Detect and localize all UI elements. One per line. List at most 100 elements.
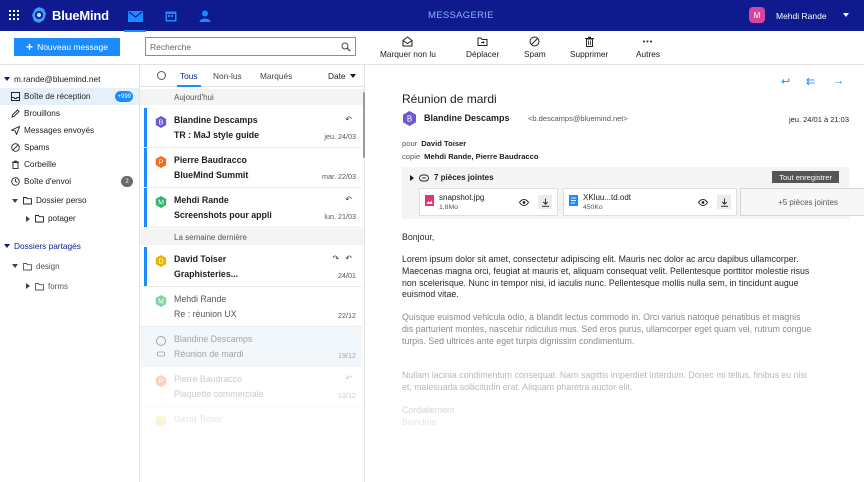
folder-sidebar: m.rande@bluemind.net Boîte de réception … — [0, 65, 140, 482]
user-name[interactable]: Mehdi Rande — [776, 11, 827, 21]
account-email: m.rande@bluemind.net — [14, 74, 101, 84]
group-header-last-week: La semaine dernière — [140, 229, 364, 245]
mark-unread-label: Marquer non lu — [380, 49, 436, 59]
sidebar-item-drafts[interactable]: Brouillons — [0, 105, 139, 122]
spam-button[interactable]: Spam — [524, 36, 546, 60]
message-sender: Mehdi Rande — [174, 195, 229, 205]
bluemind-logo[interactable]: BlueMind — [30, 6, 109, 24]
sender-email: <b.descamps@bluemind.net> — [528, 114, 628, 123]
top-bar: BlueMind MESSAGERIE M Mehdi Rande — [0, 0, 864, 32]
message-date: mar. 22/03 — [322, 172, 356, 181]
to-value[interactable]: David Toiser — [421, 139, 466, 148]
block-icon — [529, 36, 540, 47]
account-header[interactable]: m.rande@bluemind.net — [0, 72, 140, 86]
sidebar-item-label: forms — [48, 281, 68, 291]
sidebar-item-spam[interactable]: Spams — [0, 139, 139, 156]
forward-icon[interactable]: → — [833, 75, 844, 87]
message-row-selected[interactable]: Blandine Descamps Réunion de mardi 19/12 — [140, 327, 362, 367]
message-row[interactable]: B Blandine Descamps TR : MaJ style guide… — [140, 108, 362, 148]
attachments-panel: 7 pièces jointes Tout enregistrer snapsh… — [402, 167, 864, 219]
chevron-down-icon[interactable] — [12, 198, 18, 203]
sidebar-item-personal-folder[interactable]: Dossier perso — [0, 192, 139, 209]
reply-icon[interactable]: ↩ — [781, 75, 790, 88]
folder-icon — [23, 197, 32, 205]
message-row[interactable]: P Pierre Baudracco Plaquette commerciale… — [140, 367, 362, 407]
forward-reply-icon: ↷ ↶ — [332, 254, 354, 263]
svg-text:P: P — [159, 160, 164, 167]
sort-dropdown[interactable]: Date — [328, 71, 356, 81]
sidebar-item-inbox[interactable]: Boîte de réception +999 — [0, 88, 139, 105]
tab-flagged[interactable]: Marqués — [260, 71, 292, 81]
message-row[interactable]: P Pierre Baudracco BlueMind Summit mar. … — [140, 148, 362, 188]
save-all-button[interactable]: Tout enregistrer — [772, 171, 839, 183]
tab-unread[interactable]: Non-lus — [213, 71, 242, 81]
paperclip-icon — [419, 174, 429, 181]
search-input[interactable] — [146, 38, 336, 55]
block-icon — [11, 143, 20, 152]
sidebar-item-label: potager — [48, 214, 76, 223]
tab-all[interactable]: Tous — [177, 71, 200, 87]
message-row[interactable]: David Toiser — [140, 407, 362, 447]
sidebar-item-forms[interactable]: forms — [26, 279, 68, 293]
trash-icon — [12, 160, 19, 169]
delete-button[interactable]: Supprimer — [570, 36, 608, 60]
reply-all-icon[interactable]: ⇇ — [806, 75, 815, 88]
message-row[interactable]: M Mehdi Rande Screenshots pour appli ↶ l… — [140, 188, 362, 228]
attachments-toggle[interactable]: 7 pièces jointes — [410, 173, 494, 182]
preview-eye-icon[interactable] — [517, 195, 531, 209]
sidebar-item-label: Corbeille — [24, 160, 57, 169]
sidebar-item-potager[interactable]: potager — [0, 210, 139, 227]
sidebar-item-outbox[interactable]: Boîte d'envoi 2 — [0, 173, 139, 190]
chevron-right-icon[interactable] — [26, 283, 30, 289]
more-attachments-button[interactable]: +5 pièces jointes — [740, 188, 864, 216]
attachment-name: XKluu...td.odt — [583, 193, 632, 202]
plus-icon: + — [26, 40, 34, 54]
sender-name[interactable]: Blandine Descamps — [424, 113, 510, 123]
new-message-button[interactable]: + Nouveau message — [14, 38, 120, 56]
preview-eye-icon[interactable] — [696, 195, 710, 209]
cc-value[interactable]: Mehdi Rande, Pierre Baudracco — [424, 152, 538, 161]
avatar — [155, 415, 167, 427]
download-icon[interactable] — [538, 195, 552, 209]
svg-text:M: M — [158, 200, 164, 207]
shared-folders-header[interactable]: Dossiers partagés — [0, 239, 81, 253]
attachment-item[interactable]: snapshot.jpg 1,8Mo — [419, 188, 558, 216]
attachment-size: 450Ko — [583, 204, 603, 211]
email-paragraph: Quisque euismod vehicula odio, a blandit… — [402, 312, 812, 346]
sidebar-item-design[interactable]: design — [12, 259, 60, 273]
user-avatar[interactable]: M — [749, 7, 765, 23]
calendar-app-icon[interactable] — [162, 7, 180, 25]
svg-text:B: B — [159, 120, 164, 127]
chevron-down-icon — [349, 74, 356, 78]
folder-icon — [23, 262, 32, 270]
message-subject: Plaquette commerciale — [174, 389, 264, 399]
download-icon[interactable] — [717, 195, 731, 209]
svg-text:D: D — [158, 259, 163, 266]
group-header-today: Aujourd'hui — [140, 89, 364, 105]
message-row[interactable]: M Mehdi Rande Re : réunion UX 22/12 — [140, 287, 362, 327]
pencil-icon — [11, 109, 20, 118]
avatar: P — [155, 375, 167, 387]
message-date: 19/12 — [338, 351, 356, 360]
chevron-down-icon[interactable] — [12, 264, 18, 268]
select-radio-icon[interactable] — [157, 350, 165, 358]
user-menu-chevron-down-icon[interactable] — [843, 13, 849, 17]
sidebar-item-trash[interactable]: Corbeille — [0, 156, 139, 173]
reply-icon: ↶ — [345, 195, 354, 204]
message-list-scrollbar[interactable] — [363, 92, 365, 158]
chevron-right-icon[interactable] — [26, 215, 30, 222]
sidebar-item-sent[interactable]: Messages envoyés — [0, 122, 139, 139]
select-all-radio[interactable] — [157, 71, 166, 80]
contacts-app-icon[interactable] — [196, 7, 214, 25]
message-row[interactable]: D David Toiser Graphisteries... ↷ ↶ 24/0… — [140, 247, 362, 287]
search-box — [145, 37, 356, 56]
reply-icon: ↶ — [345, 374, 354, 383]
search-icon[interactable] — [341, 42, 351, 52]
app-title: MESSAGERIE — [428, 10, 494, 21]
attachment-item[interactable]: XKluu...td.odt 450Ko — [563, 188, 737, 216]
app-grid-icon[interactable] — [9, 10, 19, 20]
mail-app-icon[interactable] — [124, 7, 146, 32]
more-actions-button[interactable]: Autres — [636, 36, 660, 60]
move-button[interactable]: Déplacer — [466, 36, 499, 60]
mark-unread-button[interactable]: Marquer non lu — [380, 36, 436, 60]
